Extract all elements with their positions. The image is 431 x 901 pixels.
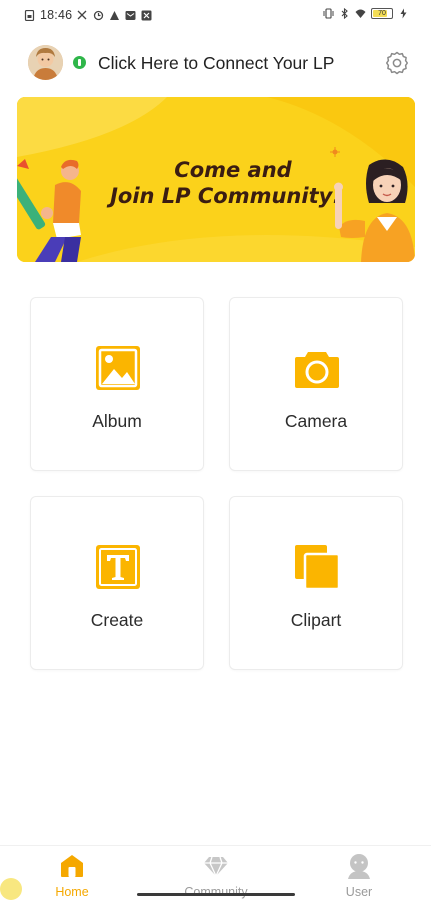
banner-right-illustration (334, 159, 415, 262)
wifi-icon (355, 9, 366, 18)
clipart-tile[interactable]: Clipart (229, 496, 403, 670)
album-tile[interactable]: Album (30, 297, 204, 471)
sim-icon (24, 9, 35, 21)
gear-icon[interactable] (384, 50, 410, 76)
nav-user-label: User (345, 885, 373, 899)
vibrate-icon (323, 8, 334, 19)
clipart-icon (295, 545, 341, 591)
status-bar: 18:46 70 (0, 0, 431, 32)
clipart-label: Clipart (290, 610, 342, 630)
camera-icon (295, 352, 339, 388)
create-tile[interactable]: Create (30, 496, 204, 670)
avatar[interactable] (28, 45, 63, 80)
touch-indicator (0, 878, 22, 900)
battery-level: 70 (378, 10, 386, 17)
album-label: Album (92, 411, 142, 431)
diamond-icon (204, 856, 228, 878)
status-time: 18:46 (40, 8, 73, 22)
gesture-bar[interactable] (137, 893, 295, 896)
charging-icon (400, 8, 407, 19)
nav-home-label: Home (55, 885, 89, 899)
alert-icon (110, 10, 120, 20)
connection-status-dot (73, 56, 86, 69)
camera-label: Camera (284, 411, 348, 431)
signal-off-icon (77, 10, 87, 19)
image-icon (96, 346, 140, 390)
create-label: Create (90, 610, 144, 630)
camera-tile[interactable]: Camera (229, 297, 403, 471)
text-icon (96, 545, 140, 589)
status-left: 18:46 (24, 8, 152, 22)
avatar-image (28, 45, 63, 80)
user-icon (348, 854, 370, 879)
close-box-icon (141, 10, 152, 20)
sync-icon (94, 10, 104, 20)
home-icon (61, 855, 83, 877)
header: Click Here to Connect Your LP (28, 45, 413, 81)
nav-home[interactable]: Home (22, 846, 122, 901)
nav-community-label: Community (184, 885, 248, 899)
battery-icon: 70 (371, 8, 393, 19)
mail-icon (125, 10, 136, 20)
connect-lp-link[interactable]: Click Here to Connect Your LP (98, 53, 334, 74)
nav-user[interactable]: User (309, 846, 409, 901)
bluetooth-icon (341, 8, 348, 19)
status-right: 70 (323, 8, 409, 19)
community-banner[interactable]: Come and Join LP Community! (17, 97, 415, 262)
